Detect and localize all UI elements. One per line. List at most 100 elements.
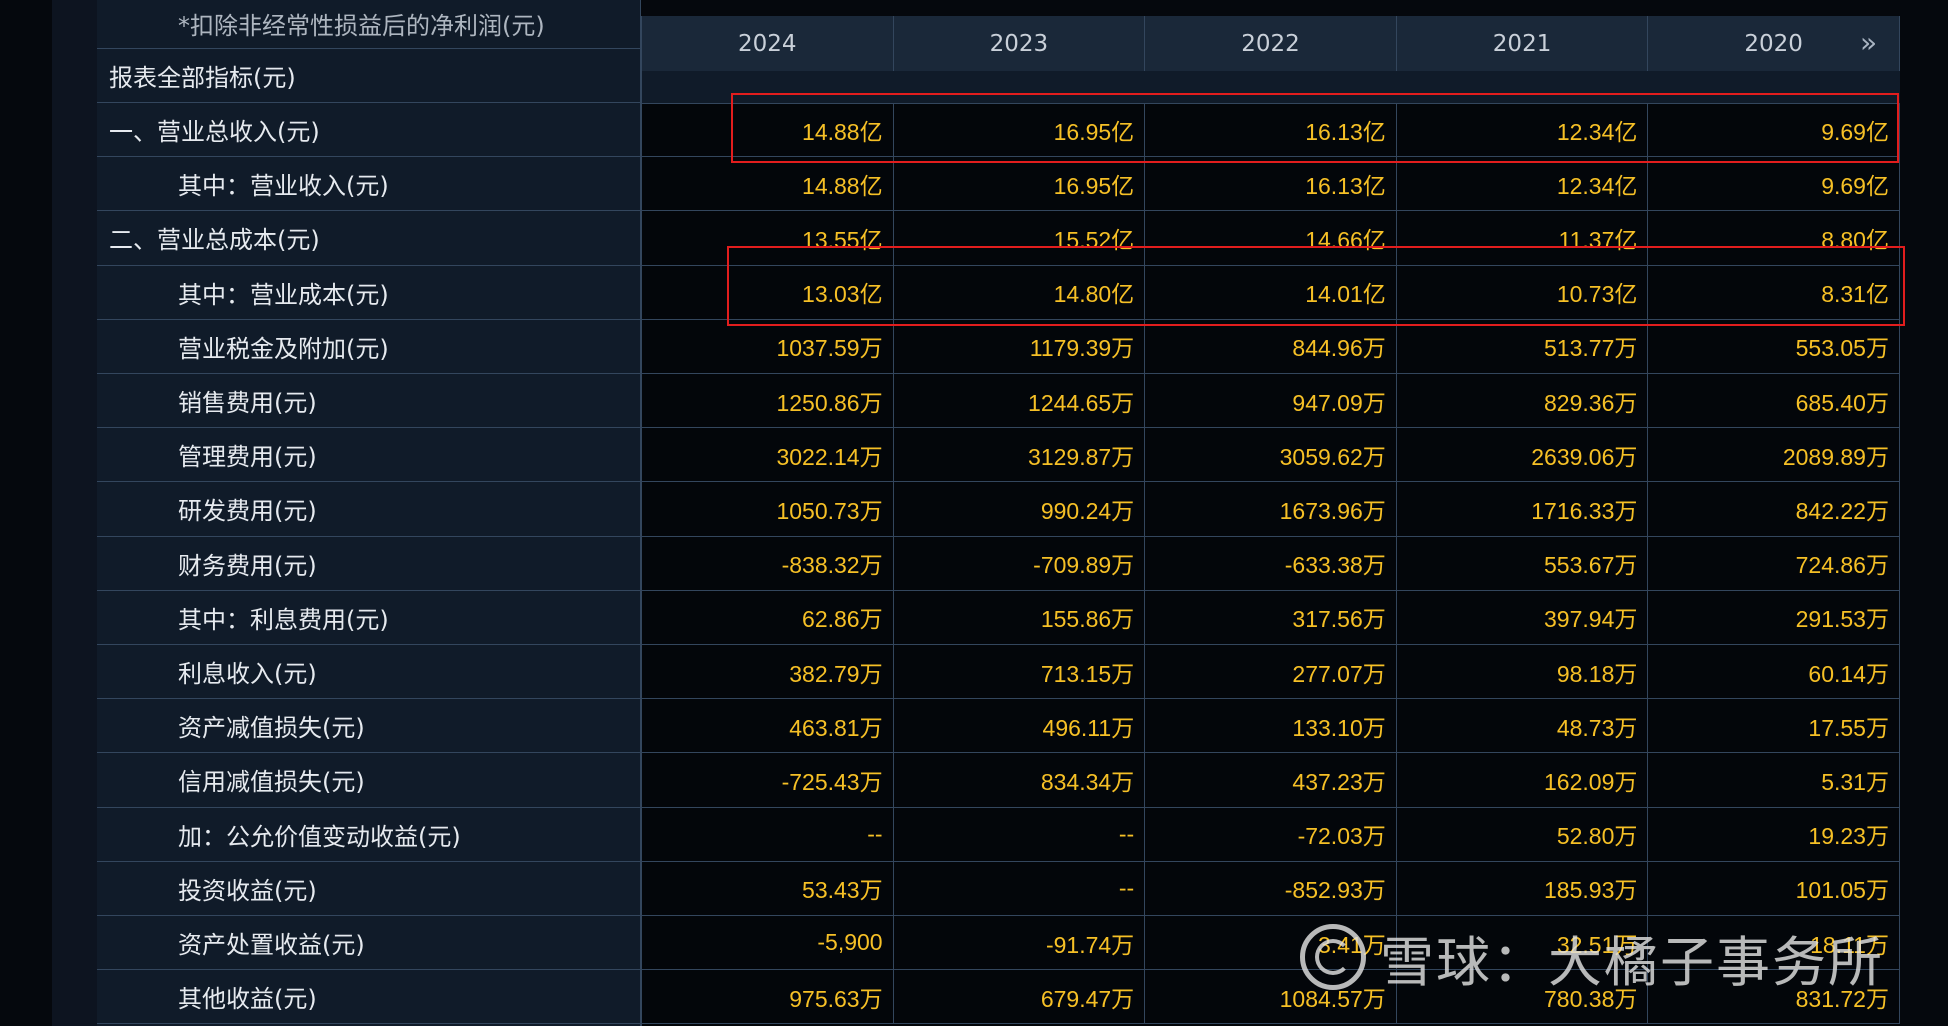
value-cell: 14.88亿 — [642, 157, 894, 211]
row-label: 二、营业总成本(元) — [97, 211, 640, 266]
value-cell: 842.22万 — [1648, 482, 1900, 536]
value-cell: 13.03亿 — [642, 265, 894, 319]
value-cell: -- — [642, 807, 894, 861]
table-row: 53.43万 -- -852.93万 185.93万 101.05万 — [642, 861, 1900, 916]
value-cell: 12.34亿 — [1397, 103, 1649, 157]
value-cell: 14.80亿 — [894, 265, 1146, 319]
value-cell: 12.34亿 — [1397, 157, 1649, 211]
value-cell: 1179.39万 — [894, 319, 1146, 373]
value-cell: 9.69亿 — [1648, 157, 1900, 211]
left-sidebar — [52, 0, 97, 1026]
value-cell: 14.66亿 — [1145, 211, 1397, 265]
value-cell: -633.38万 — [1145, 536, 1397, 590]
row-label-column: *扣除非经常性损益后的净利润(元) 报表全部指标(元) 一、营业总收入(元) 其中… — [97, 0, 641, 1026]
row-label: 一、营业总收入(元) — [97, 103, 640, 158]
row-label: 其中：营业收入(元) — [97, 157, 640, 212]
value-cell: 16.13亿 — [1145, 157, 1397, 211]
value-cell: 8.31亿 — [1648, 265, 1900, 319]
value-cell: 3022.14万 — [642, 428, 894, 482]
section-spacer-row — [642, 71, 1900, 104]
value-cell: 685.40万 — [1648, 374, 1900, 428]
table-row: 1050.73万 990.24万 1673.96万 1716.33万 842.22万 — [642, 482, 1900, 537]
value-cell: 17.55万 — [1648, 699, 1900, 753]
value-cell: 975.63万 — [642, 970, 894, 1024]
value-cell: 679.47万 — [894, 970, 1146, 1024]
row-label: 信用减值损失(元) — [97, 753, 640, 808]
year-column-header[interactable]: 2021 — [1397, 16, 1649, 71]
value-cell: 13.55亿 — [642, 211, 894, 265]
value-cell: -852.93万 — [1145, 861, 1397, 915]
value-cell: 317.56万 — [1145, 590, 1397, 644]
value-cell: 990.24万 — [894, 482, 1146, 536]
value-cell: 15.52亿 — [894, 211, 1146, 265]
value-cell: 3059.62万 — [1145, 428, 1397, 482]
row-label: 财务费用(元) — [97, 537, 640, 591]
value-cell: -- — [894, 861, 1146, 915]
row-label: 研发费用(元) — [97, 482, 640, 537]
row-label-net-profit-excl-nonrecurring: *扣除非经常性损益后的净利润(元) — [97, 0, 640, 49]
value-cell: 1050.73万 — [642, 482, 894, 536]
value-cell: 947.09万 — [1145, 374, 1397, 428]
value-cell: 19.23万 — [1648, 807, 1900, 861]
value-cell: -725.43万 — [642, 753, 894, 807]
value-cell: 496.11万 — [894, 699, 1146, 753]
row-label: 资产减值损失(元) — [97, 699, 640, 754]
table-row: 62.86万 155.86万 317.56万 397.94万 291.53万 — [642, 590, 1900, 645]
value-cell: 463.81万 — [642, 699, 894, 753]
value-cell: 277.07万 — [1145, 645, 1397, 699]
table-row: -725.43万 834.34万 437.23万 162.09万 5.31万 — [642, 753, 1900, 808]
year-header-row: 2024 2023 2022 2021 2020 » — [642, 16, 1900, 72]
value-cell: 185.93万 — [1397, 861, 1649, 915]
value-cell: 14.88亿 — [642, 103, 894, 157]
value-cell: 162.09万 — [1397, 753, 1649, 807]
value-cell: 713.15万 — [894, 645, 1146, 699]
table-row: 13.55亿 15.52亿 14.66亿 11.37亿 8.80亿 — [642, 211, 1900, 266]
row-label: 资产处置收益(元) — [97, 916, 640, 971]
table-row: 14.88亿 16.95亿 16.13亿 12.34亿 9.69亿 — [642, 157, 1900, 212]
value-cell: 14.01亿 — [1145, 265, 1397, 319]
table-row: 3022.14万 3129.87万 3059.62万 2639.06万 2089.89万 — [642, 428, 1900, 483]
value-cell: 60.14万 — [1648, 645, 1900, 699]
value-cell: -72.03万 — [1145, 807, 1397, 861]
chevron-double-right-icon[interactable]: » — [1860, 29, 1886, 57]
value-cell: 16.95亿 — [894, 157, 1146, 211]
value-cell: 98.18万 — [1397, 645, 1649, 699]
row-label: 管理费用(元) — [97, 428, 640, 483]
row-label: 营业税金及附加(元) — [97, 320, 640, 374]
table-row: -838.32万 -709.89万 -633.38万 553.67万 724.86万 — [642, 536, 1900, 591]
table-row: 382.79万 713.15万 277.07万 98.18万 60.14万 — [642, 645, 1900, 700]
value-cell: -91.74万 — [894, 916, 1146, 970]
row-label: 销售费用(元) — [97, 374, 640, 429]
value-cell: 11.37亿 — [1397, 211, 1649, 265]
section-header-all-indicators: 报表全部指标(元) — [97, 49, 640, 103]
table-row: 14.88亿 16.95亿 16.13亿 12.34亿 9.69亿 — [642, 103, 1900, 158]
value-cell: 1716.33万 — [1397, 482, 1649, 536]
value-cell: 829.36万 — [1397, 374, 1649, 428]
value-cell: 397.94万 — [1397, 590, 1649, 644]
table-row: -- -- -72.03万 52.80万 19.23万 — [642, 807, 1900, 862]
value-cell: 10.73亿 — [1397, 265, 1649, 319]
row-label: 利息收入(元) — [97, 645, 640, 700]
table-row: 1250.86万 1244.65万 947.09万 829.36万 685.40万 — [642, 374, 1900, 429]
value-cell: 53.43万 — [642, 861, 894, 915]
value-cell: 2639.06万 — [1397, 428, 1649, 482]
table-row: 463.81万 496.11万 133.10万 48.73万 17.55万 — [642, 699, 1900, 754]
value-cell: 437.23万 — [1145, 753, 1397, 807]
value-cell: 52.80万 — [1397, 807, 1649, 861]
value-cell: 1673.96万 — [1145, 482, 1397, 536]
table-row: 1037.59万 1179.39万 844.96万 513.77万 553.05万 — [642, 319, 1900, 374]
value-cell: 553.05万 — [1648, 319, 1900, 373]
value-cell: 553.67万 — [1397, 536, 1649, 590]
snowball-logo-icon — [1300, 924, 1366, 990]
value-cell: 834.34万 — [894, 753, 1146, 807]
row-label: 加：公允价值变动收益(元) — [97, 808, 640, 862]
row-label: 其中：营业成本(元) — [97, 266, 640, 320]
year-column-header[interactable]: 2024 — [642, 16, 894, 71]
value-cell: -709.89万 — [894, 536, 1146, 590]
year-column-header[interactable]: 2023 — [894, 16, 1146, 71]
year-column-header[interactable]: 2022 — [1145, 16, 1397, 71]
row-label: 投资收益(元) — [97, 862, 640, 916]
value-cell: 16.13亿 — [1145, 103, 1397, 157]
value-cell: 291.53万 — [1648, 590, 1900, 644]
value-cell: -5,900 — [642, 916, 894, 970]
